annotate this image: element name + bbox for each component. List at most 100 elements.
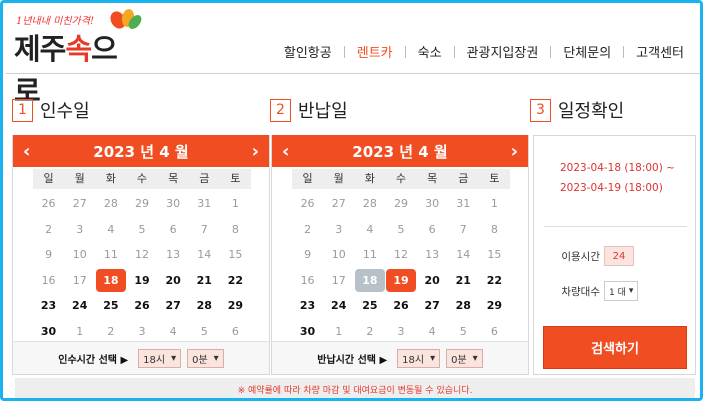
chevron-left-icon[interactable]: ‹ <box>282 141 289 162</box>
calendar-day[interactable]: 27 <box>323 191 354 217</box>
calendar-day[interactable]: 29 <box>385 191 416 217</box>
nav-rentcar[interactable]: 렌트카 <box>345 42 405 61</box>
day-grid: 26 27 28 29 30 31 1 2 3 4 5 6 7 8 9 10 11 12 13 14 15 16 17 18 1… <box>292 191 510 344</box>
nav-lodging[interactable]: 숙소 <box>406 42 454 61</box>
chevron-right-icon[interactable]: › <box>511 141 518 162</box>
calendar-day[interactable]: 8 <box>479 217 510 243</box>
weekday-label: 수 <box>136 172 148 185</box>
calendar-day[interactable]: 26 <box>292 191 323 217</box>
day-number: 26 <box>300 197 315 211</box>
calendar-day[interactable]: 24 <box>323 293 354 319</box>
weekday-label: 금 <box>199 172 210 185</box>
day-number: 3 <box>397 324 405 338</box>
calendar-day[interactable]: 23 <box>292 293 323 319</box>
calendar-day[interactable]: 25 <box>354 293 385 319</box>
calendar-day[interactable]: 13 <box>158 242 189 268</box>
return-minute-select[interactable]: 0분 ▾ <box>446 348 483 368</box>
search-button[interactable]: 검색하기 <box>543 326 687 369</box>
calendar-day[interactable]: 12 <box>385 242 416 268</box>
calendar-day[interactable]: 22 <box>479 268 510 294</box>
calendar-day[interactable]: 17 <box>64 268 95 294</box>
calendar-day[interactable]: 4 <box>95 217 126 243</box>
day-number: 18 <box>354 268 385 292</box>
calendar-day[interactable]: 16 <box>292 268 323 294</box>
calendar-day[interactable]: 1 <box>220 191 251 217</box>
calendar-day[interactable]: 21 <box>448 268 479 294</box>
return-hour-select[interactable]: 18시 ▾ <box>397 348 441 368</box>
nav-customer-center[interactable]: 고객센터 <box>624 42 696 61</box>
calendar-day[interactable]: 6 <box>158 217 189 243</box>
chevron-right-icon[interactable]: › <box>252 141 259 162</box>
pickup-hour-select[interactable]: 18시 ▾ <box>138 348 182 368</box>
calendar-day[interactable]: 27 <box>417 293 448 319</box>
calendar-day[interactable]: 19 <box>126 268 157 294</box>
nav-group-inquiry[interactable]: 단체문의 <box>551 42 623 61</box>
dropdown-arrow-icon: ▾ <box>430 352 436 364</box>
day-number: 23 <box>299 299 316 313</box>
calendar-day[interactable]: 26 <box>126 293 157 319</box>
calendar-day[interactable]: 9 <box>33 242 64 268</box>
calendar-day[interactable]: 7 <box>448 217 479 243</box>
calendar-day[interactable]: 5 <box>126 217 157 243</box>
calendar-day[interactable]: 11 <box>354 242 385 268</box>
calendar-day[interactable]: 9 <box>292 242 323 268</box>
calendar-day[interactable]: 1 <box>479 191 510 217</box>
calendar-day[interactable]: 30 <box>417 191 448 217</box>
calendar-day[interactable]: 24 <box>64 293 95 319</box>
calendar-day[interactable]: 26 <box>385 293 416 319</box>
calendar-day[interactable]: 25 <box>95 293 126 319</box>
calendar-day[interactable]: 29 <box>126 191 157 217</box>
calendar-day[interactable]: 28 <box>189 293 220 319</box>
logo[interactable]: 1년내내 미친가격! 제주속으로 <box>12 8 142 108</box>
calendar-day[interactable]: 31 <box>448 191 479 217</box>
calendar-day[interactable]: 28 <box>448 293 479 319</box>
calendar-day[interactable]: 3 <box>323 217 354 243</box>
calendar-day[interactable]: 31 <box>189 191 220 217</box>
calendar-day[interactable]: 14 <box>189 242 220 268</box>
calendar-day[interactable]: 10 <box>323 242 354 268</box>
calendar-day[interactable]: 2 <box>33 217 64 243</box>
pickup-minute-select[interactable]: 0분 ▾ <box>187 348 224 368</box>
day-number: 1 <box>490 197 498 211</box>
day-number: 28 <box>455 299 471 313</box>
calendar-day[interactable]: 28 <box>354 191 385 217</box>
calendar-day[interactable]: 8 <box>220 217 251 243</box>
calendar-day[interactable]: 13 <box>417 242 448 268</box>
day-number: 26 <box>393 299 409 313</box>
day-number: 4 <box>169 324 177 338</box>
calendar-day[interactable]: 4 <box>354 217 385 243</box>
calendar-day[interactable]: 10 <box>64 242 95 268</box>
calendar-day[interactable]: 12 <box>126 242 157 268</box>
calendar-day[interactable]: 21 <box>189 268 220 294</box>
calendar-day[interactable]: 27 <box>64 191 95 217</box>
calendar-day[interactable]: 22 <box>220 268 251 294</box>
calendar-day[interactable]: 23 <box>33 293 64 319</box>
calendar-day[interactable]: 11 <box>95 242 126 268</box>
calendar-day[interactable]: 18 <box>95 268 126 294</box>
calendar-day[interactable]: 16 <box>33 268 64 294</box>
calendar-day[interactable]: 15 <box>479 242 510 268</box>
calendar-day[interactable]: 15 <box>220 242 251 268</box>
chevron-left-icon[interactable]: ‹ <box>23 141 30 162</box>
nav-flights[interactable]: 할인항공 <box>272 42 344 61</box>
calendar-day[interactable]: 29 <box>220 293 251 319</box>
calendar-day[interactable]: 19 <box>385 268 416 294</box>
calendar-day[interactable]: 6 <box>417 217 448 243</box>
calendar-day[interactable]: 26 <box>33 191 64 217</box>
calendar-day[interactable]: 29 <box>479 293 510 319</box>
calendar-day[interactable]: 20 <box>417 268 448 294</box>
calendar-day[interactable]: 18 <box>354 268 385 294</box>
calendar-day[interactable]: 7 <box>189 217 220 243</box>
calendar-day[interactable]: 14 <box>448 242 479 268</box>
calendar-day[interactable]: 27 <box>158 293 189 319</box>
calendar-day[interactable]: 3 <box>64 217 95 243</box>
car-count-select[interactable]: 1 대 ▾ <box>604 281 639 301</box>
calendar-day[interactable]: 28 <box>95 191 126 217</box>
calendar-day[interactable]: 30 <box>158 191 189 217</box>
dropdown-arrow-icon: ▾ <box>171 352 177 364</box>
calendar-day[interactable]: 5 <box>385 217 416 243</box>
calendar-day[interactable]: 2 <box>292 217 323 243</box>
calendar-day[interactable]: 17 <box>323 268 354 294</box>
calendar-day[interactable]: 20 <box>158 268 189 294</box>
nav-tickets[interactable]: 관광지입장권 <box>455 42 551 61</box>
